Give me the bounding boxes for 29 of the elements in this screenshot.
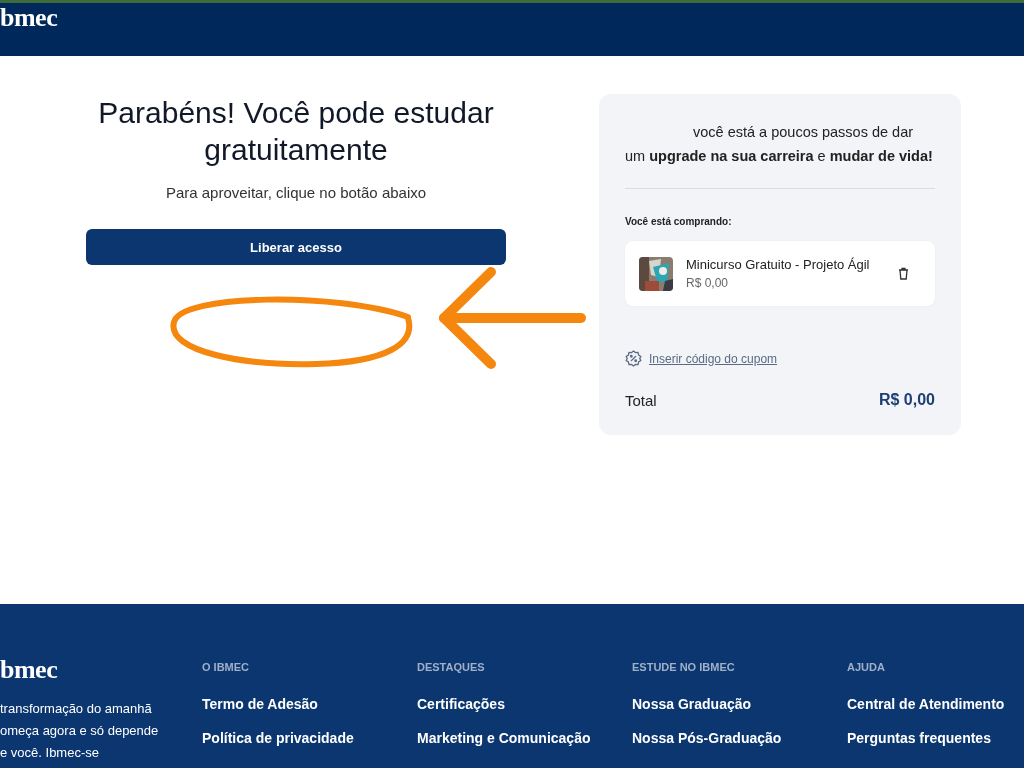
tagline-text: e você. Ibmec-se	[0, 744, 100, 762]
column-heading: ESTUDE NO IBMEC	[632, 660, 736, 674]
column-heading: DESTAQUES	[417, 660, 486, 674]
footer-link[interactable]: Marketing e Comunicação	[417, 728, 632, 748]
logo[interactable]: bmec	[0, 3, 58, 33]
total-label: Total	[625, 391, 657, 409]
access-button[interactable]: Liberar acesso	[86, 229, 506, 265]
product-title: Minicurso Gratuito - Projeto Ágil	[686, 256, 871, 274]
instruction-text: Para aproveitar, clique no botão abaixo	[165, 184, 427, 201]
discount-icon	[625, 350, 642, 367]
footer-link[interactable]: Certificações	[417, 694, 632, 714]
footer-link[interactable]: Perguntas frequentes	[847, 728, 1024, 748]
column-heading: O IBMEC	[202, 660, 251, 674]
tagline-text: transformação do amanhã	[0, 700, 153, 718]
footer-link[interactable]: Nossa Pós-Graduação	[632, 728, 847, 748]
column-heading: AJUDA	[847, 660, 886, 674]
intro-text: você está a poucos passos de dar um upgrade na sua carreira e mudar de vida!	[625, 123, 934, 166]
total-value: R$ 0,00	[878, 391, 935, 409]
footer-link[interactable]: Termo de Adesão	[202, 694, 417, 714]
footer-link[interactable]: Central de Atendimento	[847, 694, 1024, 714]
footer-link[interactable]: Política de privacidade	[202, 728, 417, 748]
footer-logo: bmec	[0, 656, 59, 684]
footer-link[interactable]: Nossa Graduação	[632, 694, 847, 714]
trash-icon[interactable]	[898, 267, 909, 280]
section-label: Você está comprando:	[625, 216, 733, 227]
tagline-text: omeça agora e só depende	[0, 722, 160, 740]
heading: Parabéns! Você pode estudar gratuitamente	[97, 95, 495, 168]
product-price: R$ 0,00	[686, 275, 730, 292]
coupon-link[interactable]: Inserir código do cupom	[649, 351, 778, 366]
